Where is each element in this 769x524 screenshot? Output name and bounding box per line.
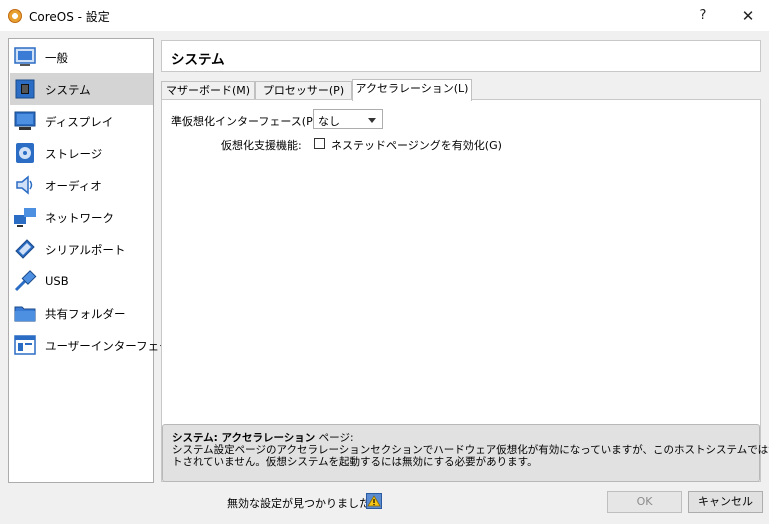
network-icon bbox=[14, 208, 36, 227]
sidebar-item-label: ネットワーク bbox=[45, 211, 114, 225]
page-title: システム bbox=[171, 52, 225, 68]
tab-motherboard[interactable]: マザーボード(M) bbox=[161, 81, 255, 100]
shared-folder-icon bbox=[14, 306, 36, 322]
warning-icon[interactable] bbox=[366, 493, 382, 509]
app-logo-icon bbox=[8, 9, 22, 23]
settings-sidebar: 一般 システム ディスプレイ ストレージ オーディオ ネットワーク シリアルポー… bbox=[8, 38, 182, 483]
title-bar: CoreOS - 設定 ? ✕ bbox=[0, 0, 769, 31]
sidebar-item-user-interface[interactable]: ユーザーインターフェース bbox=[10, 329, 182, 361]
sidebar-item-network[interactable]: ネットワーク bbox=[10, 201, 153, 233]
sidebar-item-label: ディスプレイ bbox=[45, 115, 114, 129]
tab-acceleration[interactable]: アクセラレーション(L) bbox=[352, 79, 472, 101]
serial-port-icon bbox=[15, 239, 35, 259]
ok-button[interactable]: OK bbox=[607, 491, 682, 513]
sidebar-item-label: ストレージ bbox=[45, 147, 103, 161]
invalid-settings-text: 無効な設定が見つかりました bbox=[227, 497, 370, 510]
message-title-bold: システム: アクセラレーション bbox=[172, 432, 316, 444]
system-icon bbox=[15, 79, 35, 99]
nested-paging-checkbox[interactable] bbox=[314, 138, 325, 149]
close-button[interactable]: ✕ bbox=[733, 4, 763, 28]
page-header: システム bbox=[161, 40, 761, 72]
usb-icon bbox=[14, 270, 37, 292]
tab-processor[interactable]: プロセッサー(P) bbox=[255, 81, 352, 100]
sidebar-item-display[interactable]: ディスプレイ bbox=[10, 105, 153, 137]
sidebar-item-label: 共有フォルダー bbox=[45, 307, 126, 321]
sidebar-item-label: 一般 bbox=[45, 51, 68, 65]
sidebar-item-label: システム bbox=[45, 83, 91, 97]
display-icon bbox=[14, 111, 36, 130]
sidebar-item-serial-port[interactable]: シリアルポート bbox=[10, 233, 153, 265]
sidebar-item-usb[interactable]: USB bbox=[10, 265, 153, 297]
sidebar-item-label: USB bbox=[45, 274, 69, 288]
sidebar-item-shared-folder[interactable]: 共有フォルダー bbox=[10, 297, 153, 329]
window-title: CoreOS - 設定 bbox=[29, 10, 110, 24]
general-icon bbox=[14, 47, 36, 66]
user-interface-icon bbox=[14, 335, 36, 355]
paravirt-interface-value: なし bbox=[318, 115, 340, 128]
paravirt-interface-label: 準仮想化インターフェース(P): bbox=[171, 115, 321, 128]
paravirt-interface-select[interactable]: なし bbox=[313, 109, 383, 129]
help-button[interactable]: ? bbox=[688, 4, 718, 28]
sidebar-item-audio[interactable]: オーディオ bbox=[10, 169, 153, 201]
validation-message-box: システム: アクセラレーション ページ: システム設定ページのアクセラレーション… bbox=[162, 424, 769, 482]
storage-icon bbox=[16, 143, 34, 163]
sidebar-item-label: オーディオ bbox=[45, 179, 102, 193]
sidebar-item-system[interactable]: システム bbox=[10, 73, 153, 105]
chevron-down-icon bbox=[368, 118, 376, 123]
sidebar-item-storage[interactable]: ストレージ bbox=[10, 137, 153, 169]
hw-virtualization-label: 仮想化支援機能: bbox=[221, 139, 302, 152]
message-title-suffix: ページ: bbox=[315, 432, 354, 444]
nested-paging-label[interactable]: ネステッドページングを有効化(G) bbox=[331, 137, 502, 153]
cancel-button[interactable]: キャンセル bbox=[688, 491, 763, 513]
sidebar-item-label: シリアルポート bbox=[45, 243, 126, 257]
message-line-2: トされていません。仮想システムを起動するには無効にする必要があります。 bbox=[172, 456, 538, 468]
audio-icon bbox=[16, 175, 33, 195]
sidebar-item-general[interactable]: 一般 bbox=[10, 41, 153, 73]
